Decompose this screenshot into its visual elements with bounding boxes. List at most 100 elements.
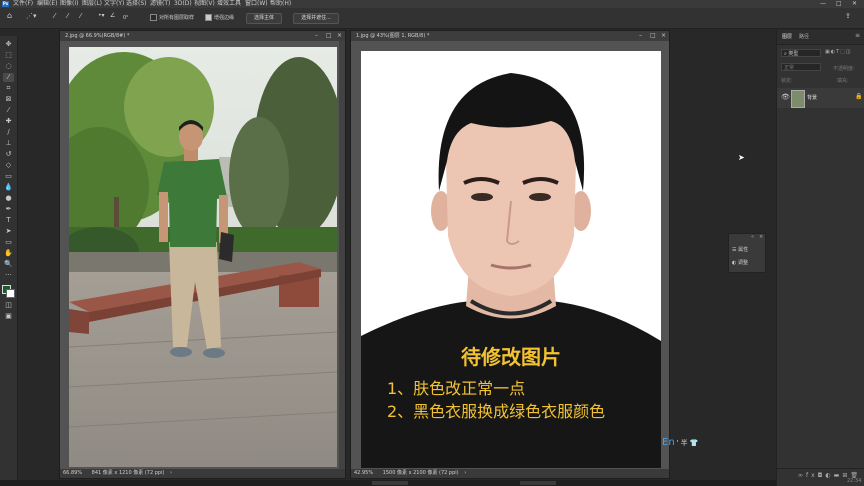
document-status-bar: 66.89% 841 像素 x 1210 像素 (72 ppi) ›: [60, 469, 345, 478]
menu-type[interactable]: 文字(Y): [104, 0, 124, 8]
dock-collapse-icon[interactable]: «: [751, 234, 754, 240]
more-tools-icon[interactable]: ···: [3, 271, 14, 280]
frame-tool-icon[interactable]: ⊠: [3, 95, 14, 104]
share-icon[interactable]: ⇪: [845, 12, 851, 20]
overlay-title: 待修改图片: [461, 345, 561, 369]
zoom-tool-icon[interactable]: 🔍: [3, 260, 14, 269]
canvas-id-portrait[interactable]: 待修改图片 1、肤色改正常一点 2、黑色衣服换成绿色衣服颜色: [361, 51, 661, 468]
ime-indicator[interactable]: En ' 半 👕: [662, 437, 712, 451]
doc-maximize-icon[interactable]: □: [326, 31, 332, 41]
menu-file[interactable]: 文件(F): [13, 0, 33, 8]
sample-all-layers-checkbox[interactable]: 对所有图层取样: [150, 14, 194, 22]
doc-close-icon[interactable]: ×: [337, 31, 342, 41]
tab-paths[interactable]: 路径: [799, 33, 809, 40]
checkbox-checked-icon: [205, 14, 212, 21]
adjustments-label: 调整: [737, 260, 748, 266]
clone-stamp-tool-icon[interactable]: ⊥: [3, 139, 14, 148]
fx-icon[interactable]: fx: [806, 472, 818, 479]
menu-plugins[interactable]: 增效工具: [217, 0, 241, 8]
document-tab-title[interactable]: 2.jpg @ 66.9%(RGB/8#) *: [60, 31, 345, 41]
menu-bar: Ps 文件(F) 编辑(E) 图像(I) 图层(L) 文字(Y) 选择(S) 滤…: [0, 0, 864, 8]
doc-maximize-icon[interactable]: □: [650, 31, 656, 41]
menu-3d[interactable]: 3D(D): [174, 0, 192, 8]
angle-value[interactable]: 0°: [123, 14, 129, 22]
properties-panel-button[interactable]: ☰ 属性: [732, 246, 748, 253]
layer-filter-icons[interactable]: ▣◐T⬚◫: [825, 49, 852, 55]
ime-halfwidth: 半: [680, 439, 688, 447]
menu-view[interactable]: 视图(V): [194, 0, 215, 8]
document-tab-title[interactable]: 1.jpg @ 43%(图层 1, RGB/8) *: [351, 31, 669, 41]
doc-minimize-icon[interactable]: –: [639, 31, 642, 41]
lasso-tool-icon[interactable]: ◌: [3, 62, 14, 71]
zoom-level[interactable]: 42.95%: [354, 470, 373, 476]
taskbar-app-button[interactable]: [520, 481, 556, 485]
background-color-swatch[interactable]: [6, 289, 15, 298]
quick-selection-tool-icon[interactable]: ⁄: [3, 73, 14, 82]
kind-filter-value: 类型: [788, 51, 799, 57]
menu-layer[interactable]: 图层(L): [82, 0, 102, 8]
layer-kind-filter[interactable]: ⌕ 类型: [781, 49, 821, 57]
menu-filter[interactable]: 滤镜(T): [150, 0, 170, 8]
zoom-level[interactable]: 66.89%: [63, 470, 82, 476]
eraser-tool-icon[interactable]: ◇: [3, 161, 14, 170]
document-info: 1500 像素 x 2100 像素 (72 ppi): [382, 470, 459, 476]
menu-edit[interactable]: 编辑(E): [37, 0, 57, 8]
eyedropper-tool-icon[interactable]: ⁄: [3, 106, 14, 115]
menu-help[interactable]: 帮助(H): [270, 0, 291, 8]
blend-mode-select[interactable]: 正常: [781, 63, 821, 71]
history-brush-tool-icon[interactable]: ↺: [3, 150, 14, 159]
close-icon[interactable]: ✕: [852, 0, 857, 8]
select-and-mask-button[interactable]: 选择并遮住...: [293, 13, 339, 24]
skin-icon: 👕: [689, 439, 699, 447]
link-layers-icon[interactable]: ∞: [798, 472, 806, 479]
crop-tool-icon[interactable]: ⌗: [3, 84, 14, 93]
doc-minimize-icon[interactable]: –: [315, 31, 318, 41]
gradient-tool-icon[interactable]: ▭: [3, 172, 14, 181]
menu-window[interactable]: 窗口(W): [245, 0, 268, 8]
add-to-selection-icon[interactable]: ⁄: [67, 12, 68, 20]
document-window-1jpg: 1.jpg @ 43%(图层 1, RGB/8) * – □ × 待修改图片 1…: [350, 30, 670, 479]
adjustments-panel-button[interactable]: ◐ 调整: [732, 259, 748, 266]
marquee-tool-icon[interactable]: ⬚: [3, 51, 14, 60]
dodge-tool-icon[interactable]: ●: [3, 194, 14, 203]
tab-layers[interactable]: 图层: [782, 33, 792, 40]
quick-selection-tool-preset-icon[interactable]: ⋰▾: [26, 12, 37, 20]
doc-close-icon[interactable]: ×: [661, 31, 666, 41]
dock-close-icon[interactable]: ×: [759, 234, 763, 240]
layer-row-background[interactable]: 👁 背景 🔒: [777, 88, 864, 108]
fill-label: 填充:: [837, 78, 849, 84]
adjustment-layer-icon[interactable]: ◐: [825, 472, 833, 479]
hand-tool-icon[interactable]: ✋: [3, 249, 14, 258]
quick-mask-icon[interactable]: ◫: [3, 301, 14, 310]
new-selection-icon[interactable]: ⁄: [54, 12, 55, 20]
ime-language: En: [662, 437, 675, 448]
brush-tool-icon[interactable]: ∕: [3, 128, 14, 137]
maximize-icon[interactable]: □: [836, 0, 842, 8]
layer-name[interactable]: 背景: [807, 94, 817, 101]
rectangle-tool-icon[interactable]: ▭: [3, 238, 14, 247]
menu-select[interactable]: 选择(S): [126, 0, 147, 8]
panel-menu-icon[interactable]: ≡: [855, 32, 860, 39]
healing-brush-tool-icon[interactable]: ✚: [3, 117, 14, 126]
select-subject-button[interactable]: 选择主体: [246, 13, 282, 24]
move-tool-icon[interactable]: ✥: [3, 40, 14, 49]
taskbar-app-button[interactable]: [372, 481, 408, 485]
document-status-bar: 42.95% 1500 像素 x 2100 像素 (72 ppi) ›: [351, 469, 669, 478]
pen-tool-icon[interactable]: ✒: [3, 205, 14, 214]
enhance-edge-checkbox[interactable]: 增强边缘: [205, 14, 234, 22]
home-icon[interactable]: ⌂: [7, 12, 12, 20]
minimize-icon[interactable]: —: [820, 0, 826, 8]
visibility-eye-icon[interactable]: 👁: [781, 93, 790, 101]
status-arrow-icon[interactable]: ›: [170, 470, 172, 476]
angle-icon[interactable]: ∠: [110, 12, 115, 20]
subtract-from-selection-icon[interactable]: ⁄: [80, 12, 81, 20]
menu-image[interactable]: 图像(I): [60, 0, 78, 8]
blur-tool-icon[interactable]: 💧: [3, 183, 14, 192]
canvas-photo-standing-man[interactable]: [69, 47, 337, 467]
brush-size-icon[interactable]: •▾: [98, 12, 105, 20]
screen-mode-icon[interactable]: ▣: [3, 312, 14, 321]
type-tool-icon[interactable]: T: [3, 216, 14, 225]
path-selection-tool-icon[interactable]: ➤: [3, 227, 14, 236]
status-arrow-icon[interactable]: ›: [464, 470, 466, 476]
vertical-scrollbar[interactable]: [339, 41, 345, 469]
